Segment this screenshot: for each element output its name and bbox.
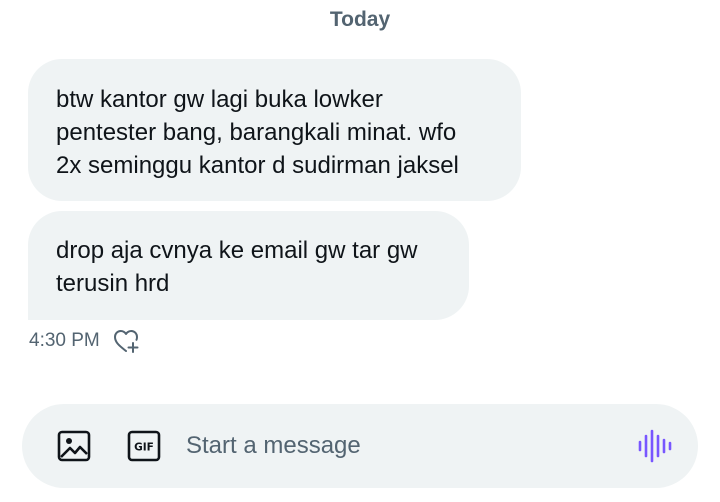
heart-add-icon[interactable] (112, 327, 142, 355)
message-meta: 4:30 PM (29, 327, 142, 355)
voice-waveform-icon[interactable] (634, 428, 674, 464)
message-text-line: 2x seminggu kantor d sudirman jaksel (56, 152, 459, 179)
message-bubble[interactable]: btw kantor gw lagi buka lowker pentester… (28, 59, 521, 201)
gif-icon[interactable]: GIF (126, 428, 162, 464)
message-text-line: terusin hrd (56, 270, 170, 297)
message-composer: GIF (22, 404, 698, 488)
image-icon[interactable] (56, 428, 92, 464)
gif-icon-label: GIF (134, 442, 154, 454)
message-input[interactable] (186, 426, 606, 466)
message-bubble[interactable]: drop aja cvnya ke email gw tar gw terusi… (28, 211, 469, 320)
message-timestamp: 4:30 PM (29, 330, 100, 351)
message-text-line: drop aja cvnya ke email gw tar gw (56, 237, 418, 264)
message-text-line: pentester bang, barangkali minat. wfo (56, 119, 457, 146)
date-divider: Today (329, 8, 391, 31)
message-text-line: btw kantor gw lagi buka lowker (56, 86, 383, 113)
